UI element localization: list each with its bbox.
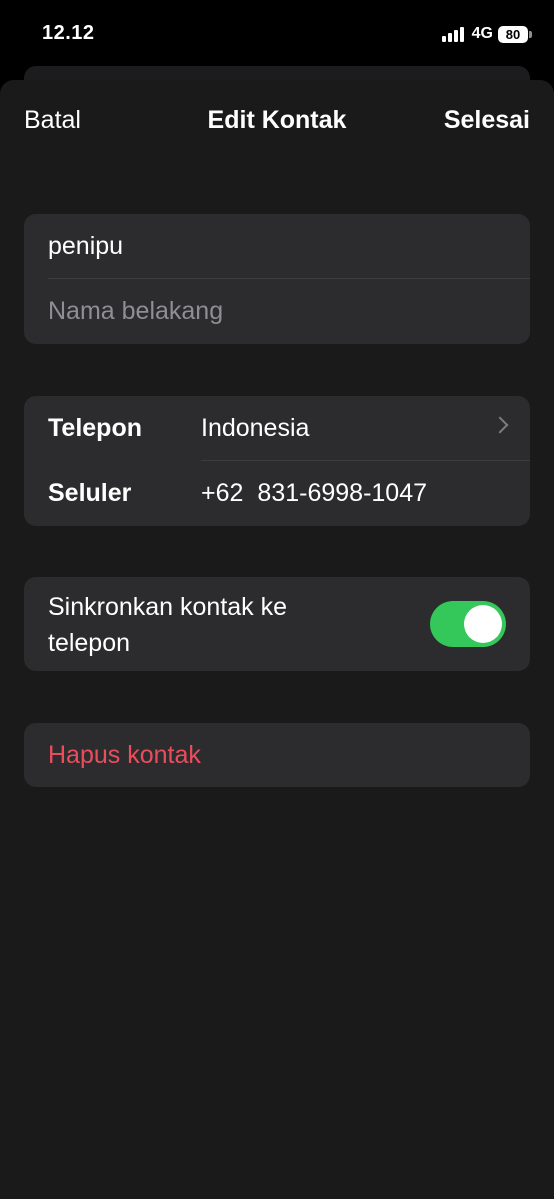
number-label: Seluler [48, 478, 132, 507]
phone-number-value: +62 831-6998-1047 [201, 479, 427, 508]
toggle-knob [464, 605, 502, 643]
delete-contact-label: Hapus kontak [48, 740, 201, 769]
first-name-value: penipu [48, 231, 124, 260]
sync-card: Sinkronkan kontak ke telepon [24, 577, 530, 671]
last-name-placeholder: Nama belakang [48, 296, 224, 325]
chevron-right-icon [491, 416, 509, 434]
phone-number: 831-6998-1047 [257, 478, 428, 507]
status-time: 12.12 [42, 22, 95, 44]
country-selector[interactable]: Telepon Indonesia [24, 396, 530, 460]
edit-contact-sheet: Batal Edit Kontak Selesai penipu Nama be… [0, 80, 554, 1199]
phone-card: Telepon Indonesia Seluler +62 831-6998-10… [24, 396, 530, 526]
sync-label: Sinkronkan kontak ke telepon [48, 593, 288, 657]
country-code: +62 [201, 478, 244, 507]
battery-tip-icon [529, 30, 532, 38]
network-label: 4G [471, 25, 493, 42]
status-indicators: 4G 80 [441, 23, 532, 45]
sync-toggle[interactable] [430, 601, 506, 647]
last-name-input[interactable]: Nama belakang [48, 279, 530, 343]
battery-icon: 80 [498, 25, 528, 43]
signal-icon [441, 26, 466, 42]
phone-number-field[interactable]: Seluler +62 831-6998-1047 [24, 461, 530, 525]
country-label: Telepon [48, 413, 142, 442]
first-name-input[interactable]: penipu [48, 214, 530, 278]
done-button[interactable]: Selesai [444, 106, 530, 135]
name-card: penipu Nama belakang [24, 214, 530, 344]
nav-bar: Batal Edit Kontak Selesai [0, 80, 554, 160]
battery-level: 80 [505, 26, 521, 42]
delete-contact-button[interactable]: Hapus kontak [24, 723, 530, 787]
country-value: Indonesia [201, 413, 310, 442]
status-bar: 12.12 4G 80 [0, 0, 554, 66]
